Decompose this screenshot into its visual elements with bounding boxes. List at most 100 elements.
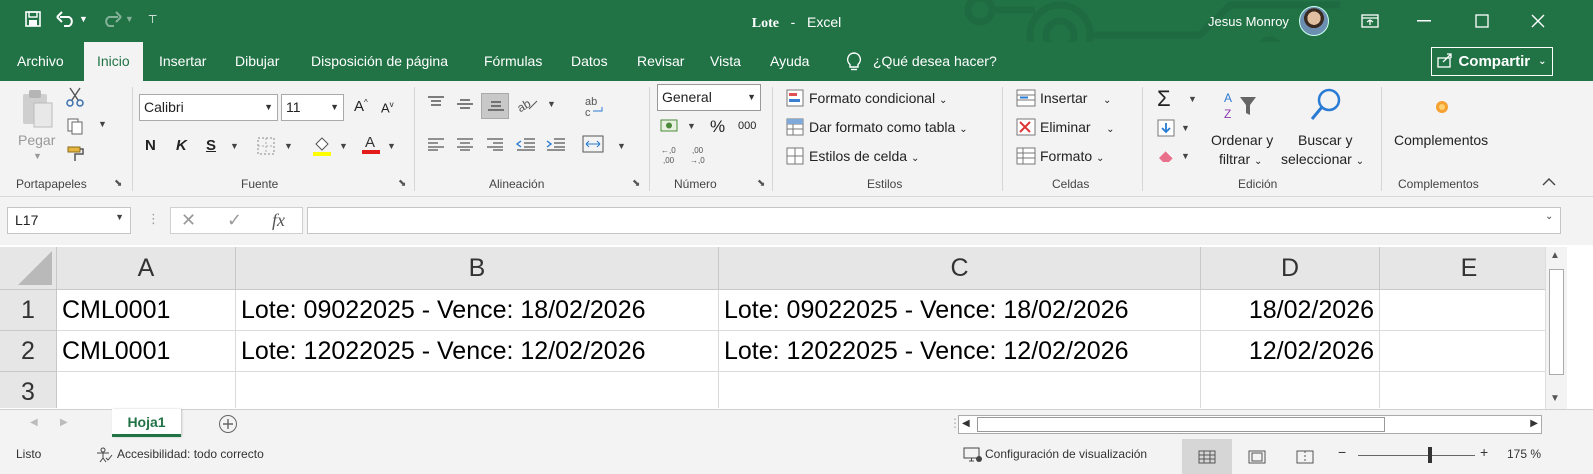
decrease-decimal-icon[interactable]: ,00 →,0: [690, 145, 712, 169]
thousands-button[interactable]: 000: [738, 120, 756, 132]
increase-font-icon[interactable]: A^: [354, 98, 368, 115]
fill-color-icon[interactable]: [312, 135, 332, 161]
vertical-scrollbar[interactable]: ▲ ▼: [1545, 247, 1567, 409]
paste-icon[interactable]: [20, 89, 54, 132]
ribbon-display-icon[interactable]: [1347, 9, 1393, 33]
align-top-icon[interactable]: [427, 95, 445, 113]
row-header-2[interactable]: 2: [0, 331, 57, 372]
chevron-down-icon[interactable]: ▼: [687, 121, 696, 131]
formula-input[interactable]: [307, 207, 1561, 234]
column-header-d[interactable]: D: [1201, 247, 1380, 290]
cell-d3[interactable]: [1201, 372, 1380, 408]
decrease-font-icon[interactable]: Av: [381, 100, 394, 115]
chevron-down-icon[interactable]: ▼: [547, 99, 556, 109]
chevron-down-icon[interactable]: ▼: [339, 141, 348, 151]
maximize-icon[interactable]: [1459, 9, 1505, 33]
customize-qat-icon[interactable]: ⊤: [148, 13, 158, 26]
more-options-icon[interactable]: ⋮: [147, 211, 160, 227]
scroll-right-icon[interactable]: ▶: [1530, 418, 1538, 429]
chevron-down-icon[interactable]: ▼: [98, 119, 107, 129]
column-header-a[interactable]: A: [57, 247, 236, 290]
normal-view-icon[interactable]: [1182, 439, 1232, 474]
autosum-icon[interactable]: Σ: [1157, 86, 1171, 112]
zoom-slider[interactable]: [1358, 455, 1475, 456]
increase-decimal-icon[interactable]: ←,0,00: [661, 145, 683, 169]
align-middle-icon[interactable]: [456, 98, 474, 116]
expand-formula-bar-icon[interactable]: ⌄: [1545, 211, 1553, 222]
delete-cells-button[interactable]: Eliminar ⌄: [1040, 119, 1115, 135]
share-button[interactable]: Compartir ⌄: [1431, 47, 1553, 76]
sort-filter-icon[interactable]: AZ: [1222, 89, 1262, 127]
display-settings-label[interactable]: Configuración de visualización: [985, 447, 1147, 461]
cell-e3[interactable]: [1380, 372, 1545, 408]
font-name-select[interactable]: Calibri ▼: [139, 94, 278, 121]
align-bottom-button[interactable]: [481, 93, 509, 119]
vertical-scroll-thumb[interactable]: [1549, 269, 1564, 375]
enter-icon[interactable]: ✓: [227, 210, 242, 231]
dialog-launcher-icon[interactable]: ⬊: [114, 178, 122, 189]
cell-c3[interactable]: [719, 372, 1201, 408]
sheet-tab-hoja1[interactable]: Hoja1: [112, 409, 181, 437]
orientation-icon[interactable]: ab: [515, 95, 539, 117]
column-header-c[interactable]: C: [719, 247, 1201, 290]
page-layout-icon[interactable]: [1232, 439, 1282, 474]
dialog-launcher-icon[interactable]: ⬊: [398, 178, 406, 189]
align-center-icon[interactable]: [456, 137, 474, 155]
user-name[interactable]: Jesus Monroy: [1208, 14, 1289, 29]
chevron-down-icon[interactable]: ▼: [125, 14, 134, 24]
chevron-down-icon[interactable]: ▼: [284, 141, 293, 151]
cancel-icon[interactable]: ✕: [181, 210, 196, 231]
align-right-icon[interactable]: [486, 137, 504, 155]
cell-c2[interactable]: Lote: 12022025 - Vence: 12/02/2026: [719, 331, 1201, 372]
zoom-out-button[interactable]: −: [1338, 444, 1346, 460]
chevron-down-icon[interactable]: ▼: [79, 14, 88, 24]
accessibility-icon[interactable]: [95, 447, 113, 466]
scroll-up-icon[interactable]: ▲: [1550, 250, 1560, 261]
zoom-in-button[interactable]: +: [1480, 444, 1488, 460]
avatar[interactable]: [1299, 6, 1329, 36]
select-all-button[interactable]: [0, 247, 57, 290]
collapse-ribbon-icon[interactable]: [1542, 177, 1556, 190]
cell-e1[interactable]: [1380, 290, 1545, 331]
prev-sheet-icon[interactable]: ◀: [30, 417, 38, 428]
increase-indent-icon[interactable]: [546, 137, 566, 155]
cell-d1[interactable]: 18/02/2026: [1201, 290, 1380, 331]
find-select-button[interactable]: seleccionar ⌄: [1281, 151, 1364, 167]
cell-e2[interactable]: [1380, 331, 1545, 372]
accounting-format-icon[interactable]: [660, 117, 682, 139]
cell-b2[interactable]: Lote: 12022025 - Vence: 12/02/2026: [236, 331, 719, 372]
tab-formulas[interactable]: Fórmulas: [484, 42, 542, 81]
format-painter-icon[interactable]: [66, 145, 86, 167]
insert-function-icon[interactable]: fx: [272, 210, 285, 231]
copy-icon[interactable]: [66, 117, 84, 139]
minimize-icon[interactable]: [1401, 9, 1447, 33]
tell-me-search[interactable]: ¿Qué desea hacer?: [845, 42, 997, 81]
row-header-1[interactable]: 1: [0, 290, 57, 331]
cell-c1[interactable]: Lote: 09022025 - Vence: 18/02/2026: [719, 290, 1201, 331]
chevron-down-icon[interactable]: ▼: [33, 151, 42, 161]
tab-dibujar[interactable]: Dibujar: [235, 42, 279, 81]
cell-a1[interactable]: CML0001: [57, 290, 236, 331]
font-color-icon[interactable]: A: [361, 133, 381, 159]
percent-button[interactable]: %: [710, 117, 725, 137]
paste-button[interactable]: Pegar: [18, 132, 55, 148]
number-format-select[interactable]: General ▼: [657, 84, 761, 111]
chevron-down-icon[interactable]: ▼: [1188, 94, 1197, 104]
borders-icon[interactable]: [257, 137, 275, 159]
cell-d2[interactable]: 12/02/2026: [1201, 331, 1380, 372]
horizontal-scrollbar[interactable]: ◀ ▶: [958, 415, 1542, 434]
chevron-down-icon[interactable]: ▼: [115, 212, 124, 222]
sort-filter-button[interactable]: filtrar ⌄: [1219, 151, 1262, 167]
cell-b1[interactable]: Lote: 09022025 - Vence: 18/02/2026: [236, 290, 719, 331]
merge-center-icon[interactable]: [582, 135, 604, 157]
tab-archivo[interactable]: Archivo: [17, 42, 64, 81]
next-sheet-icon[interactable]: ▶: [60, 417, 68, 428]
fill-icon[interactable]: [1157, 119, 1175, 141]
clear-icon[interactable]: [1157, 147, 1177, 167]
tab-inicio[interactable]: Inicio: [84, 42, 143, 81]
tab-disposicion[interactable]: Disposición de página: [311, 42, 448, 81]
add-sheet-icon[interactable]: [218, 414, 238, 437]
undo-icon[interactable]: ▼: [56, 11, 88, 27]
tab-datos[interactable]: Datos: [571, 42, 608, 81]
save-icon[interactable]: [24, 10, 42, 28]
